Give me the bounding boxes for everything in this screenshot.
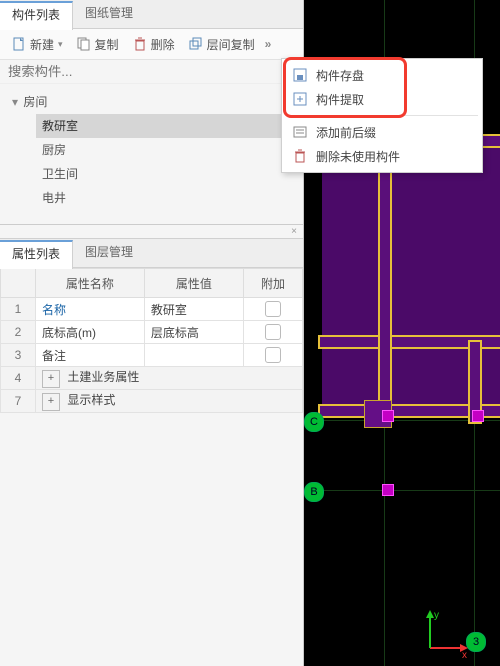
close-icon[interactable]: ×	[0, 225, 303, 238]
attr-group-label: 显示样式	[67, 393, 115, 407]
layercopy-label: 层间复制	[207, 36, 255, 53]
attr-check[interactable]	[244, 321, 303, 344]
col-append: 附加	[244, 269, 303, 298]
expand-icon[interactable]: +	[42, 393, 60, 411]
menu-save-component[interactable]: 构件存盘	[282, 63, 482, 87]
tab-components[interactable]: 构件列表	[0, 1, 73, 30]
menu-label: 构件提取	[316, 91, 364, 108]
context-menu: 构件存盘 构件提取 添加前后缀 删除未使用构件	[281, 58, 483, 173]
search-input[interactable]	[0, 60, 303, 84]
save-icon	[292, 67, 308, 83]
table-row[interactable]: 3 备注	[1, 344, 303, 367]
expand-icon[interactable]: +	[42, 370, 60, 388]
delete-label: 删除	[151, 36, 175, 53]
delete-button[interactable]: 删除	[127, 34, 181, 55]
delete-icon	[133, 37, 147, 51]
property-table: 属性名称 属性值 附加 1 名称 教研室 2 底标高(m) 层底标高	[0, 268, 303, 413]
axis-gizmo: x y	[410, 608, 470, 658]
row-idx: 4	[1, 367, 36, 390]
menu-extract-component[interactable]: 构件提取	[282, 87, 482, 111]
menu-divider	[286, 115, 478, 116]
table-row[interactable]: 7 + 显示样式	[1, 390, 303, 413]
property-panel: × 属性列表 图层管理 属性名称 属性值 附加 1 名称 教研室	[0, 224, 303, 413]
row-idx: 3	[1, 344, 36, 367]
table-row[interactable]: 1 名称 教研室	[1, 298, 303, 321]
tab-layers[interactable]: 图层管理	[73, 239, 145, 266]
attr-value[interactable]: 教研室	[144, 298, 243, 321]
new-button[interactable]: 新建 ▾	[6, 34, 69, 55]
caret-icon: ▾	[10, 90, 20, 114]
menu-label: 构件存盘	[316, 67, 364, 84]
more-icon: »	[265, 37, 272, 51]
attr-name: 底标高(m)	[36, 321, 145, 344]
menu-add-prefix[interactable]: 添加前后缀	[282, 120, 482, 144]
component-toolbar: 新建 ▾ 复制 删除 层间复制 »	[0, 29, 303, 60]
attr-check[interactable]	[244, 344, 303, 367]
menu-delete-unused[interactable]: 删除未使用构件	[282, 144, 482, 168]
component-tabbar: 构件列表 图纸管理	[0, 0, 303, 29]
attr-group[interactable]: + 显示样式	[36, 390, 303, 413]
extract-icon	[292, 91, 308, 107]
table-row[interactable]: 4 + 土建业务属性	[1, 367, 303, 390]
attr-check[interactable]	[244, 298, 303, 321]
copy-button[interactable]: 复制	[71, 34, 125, 55]
copy-label: 复制	[95, 36, 119, 53]
more-button[interactable]: »	[263, 35, 274, 53]
tab-attrs[interactable]: 属性列表	[0, 240, 73, 269]
attr-value[interactable]	[144, 344, 243, 367]
new-label: 新建	[30, 36, 54, 53]
tree-item[interactable]: 厨房	[36, 138, 303, 162]
prefix-icon	[292, 124, 308, 140]
menu-label: 删除未使用构件	[316, 148, 400, 165]
layercopy-button[interactable]: 层间复制	[183, 34, 261, 55]
left-panel: 构件列表 图纸管理 新建 ▾ 复制 删除	[0, 0, 304, 666]
bubble-3: 3	[466, 632, 486, 652]
trash-icon	[292, 148, 308, 164]
attr-name: 名称	[36, 298, 145, 321]
attr-value[interactable]: 层底标高	[144, 321, 243, 344]
dropdown-caret-icon: ▾	[58, 39, 63, 50]
attr-name: 备注	[36, 344, 145, 367]
col-idx	[1, 269, 36, 298]
attr-group[interactable]: + 土建业务属性	[36, 367, 303, 390]
col-name: 属性名称	[36, 269, 145, 298]
component-tree: ▾ 房间 教研室 厨房 卫生间 电井	[0, 84, 303, 224]
tree-root-label: 房间	[23, 95, 47, 109]
new-icon	[12, 37, 26, 51]
tree-item[interactable]: 电井	[36, 186, 303, 210]
tree-item[interactable]: 卫生间	[36, 162, 303, 186]
col-value: 属性值	[144, 269, 243, 298]
row-idx: 1	[1, 298, 36, 321]
row-idx: 7	[1, 390, 36, 413]
layercopy-icon	[189, 37, 203, 51]
svg-text:x: x	[462, 650, 467, 658]
copy-icon	[77, 37, 91, 51]
row-idx: 2	[1, 321, 36, 344]
table-row[interactable]: 2 底标高(m) 层底标高	[1, 321, 303, 344]
tab-drawings[interactable]: 图纸管理	[73, 0, 145, 27]
menu-label: 添加前后缀	[316, 124, 376, 141]
tree-root[interactable]: ▾ 房间	[10, 90, 303, 114]
svg-text:y: y	[434, 610, 439, 621]
tree-item[interactable]: 教研室	[36, 114, 303, 138]
attr-group-label: 土建业务属性	[67, 370, 139, 384]
bubble-c: C	[304, 412, 324, 432]
bubble-b: B	[304, 482, 324, 502]
